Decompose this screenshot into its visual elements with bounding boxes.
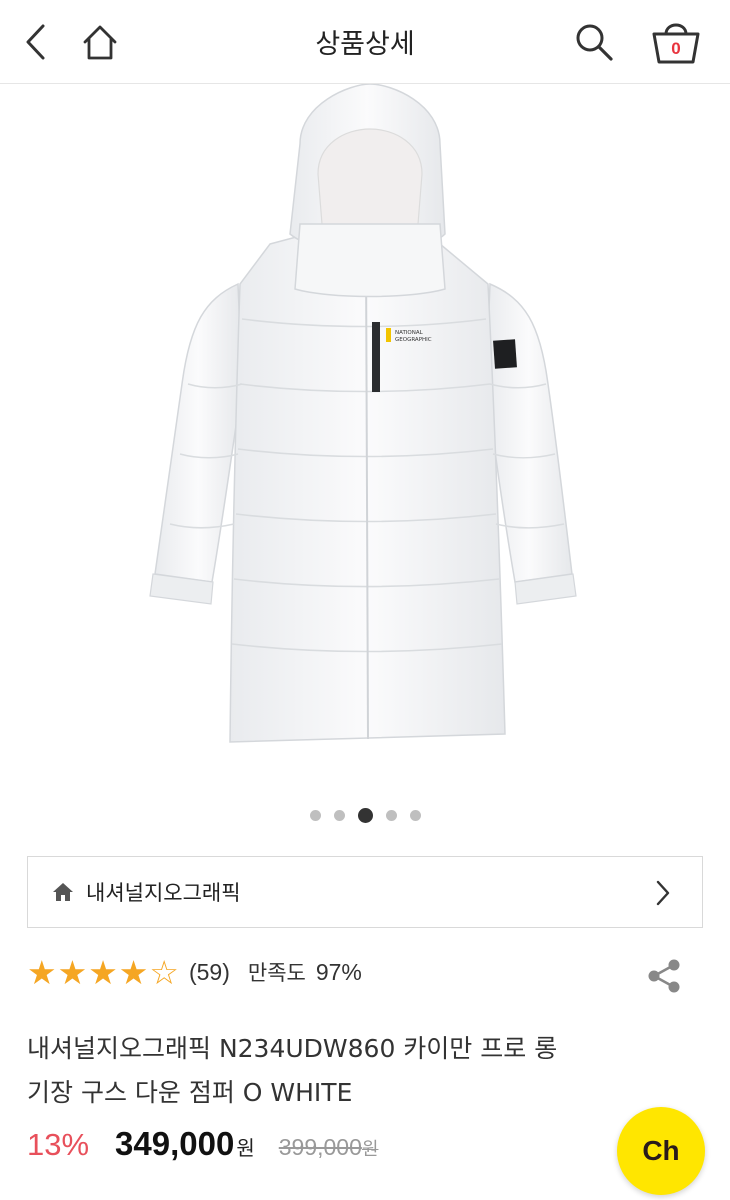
home-icon bbox=[53, 883, 73, 901]
price-row: 13% 349,000 원 399,000 원 bbox=[27, 1125, 378, 1175]
chat-button[interactable]: Ch bbox=[617, 1107, 705, 1195]
search-icon bbox=[576, 24, 613, 61]
carousel-dot[interactable] bbox=[409, 810, 421, 821]
product-title: 내셔널지오그래픽 N234UDW860 카이만 프로 롱 기장 구스 다운 점퍼… bbox=[27, 1027, 667, 1115]
sale-price: 349,000 bbox=[115, 1125, 235, 1162]
product-image[interactable]: NATIONAL GEOGRAPHIC bbox=[0, 83, 730, 794]
brand-shop-link[interactable]: 내셔널지오그래픽 bbox=[27, 856, 703, 928]
star-filled-icon: ★ bbox=[27, 952, 57, 992]
chevron-right-icon bbox=[656, 880, 670, 906]
review-count[interactable]: (59) bbox=[189, 959, 230, 986]
chat-button-label: Ch bbox=[642, 1135, 680, 1166]
product-title-line: 내셔널지오그래픽 N234UDW860 카이만 프로 롱 bbox=[27, 1034, 558, 1063]
original-price-currency: 원 bbox=[361, 1139, 379, 1160]
star-rating: ★ ★ ★ ★ ☆ bbox=[27, 956, 179, 989]
cart-count-badge: 0 bbox=[671, 39, 681, 58]
cart-button[interactable]: 0 bbox=[646, 14, 706, 70]
svg-text:GEOGRAPHIC: GEOGRAPHIC bbox=[395, 337, 432, 343]
satisfaction-label: 만족도 bbox=[247, 961, 306, 985]
product-title-line: 기장 구스 다운 점퍼 O WHITE bbox=[27, 1078, 353, 1107]
top-header: 상품상세 0 bbox=[0, 0, 730, 84]
share-icon bbox=[648, 959, 680, 993]
sale-price-currency: 원 bbox=[236, 1136, 255, 1160]
star-filled-icon: ★ bbox=[118, 952, 149, 992]
rating-row[interactable]: ★ ★ ★ ★ ☆ (59) 만족도 97% bbox=[27, 950, 362, 994]
carousel-dot[interactable] bbox=[309, 810, 321, 821]
carousel-indicator bbox=[0, 808, 730, 823]
satisfaction-value: 97% bbox=[315, 958, 362, 985]
star-empty-icon: ☆ bbox=[149, 952, 179, 992]
star-filled-icon: ★ bbox=[57, 952, 88, 992]
star-filled-icon: ★ bbox=[88, 952, 118, 992]
carousel-dot-active[interactable] bbox=[357, 808, 373, 823]
search-button[interactable] bbox=[566, 14, 622, 70]
svg-text:NATIONAL: NATIONAL bbox=[395, 330, 424, 336]
original-price: 399,000 bbox=[278, 1134, 362, 1160]
share-button[interactable] bbox=[640, 952, 688, 1000]
carousel-dot[interactable] bbox=[385, 810, 397, 821]
brand-name: 내셔널지오그래픽 bbox=[86, 881, 241, 905]
down-jacket-illustration: NATIONAL GEOGRAPHIC bbox=[149, 83, 577, 743]
discount-rate: 13% bbox=[27, 1127, 90, 1162]
carousel-dot[interactable] bbox=[333, 810, 345, 821]
